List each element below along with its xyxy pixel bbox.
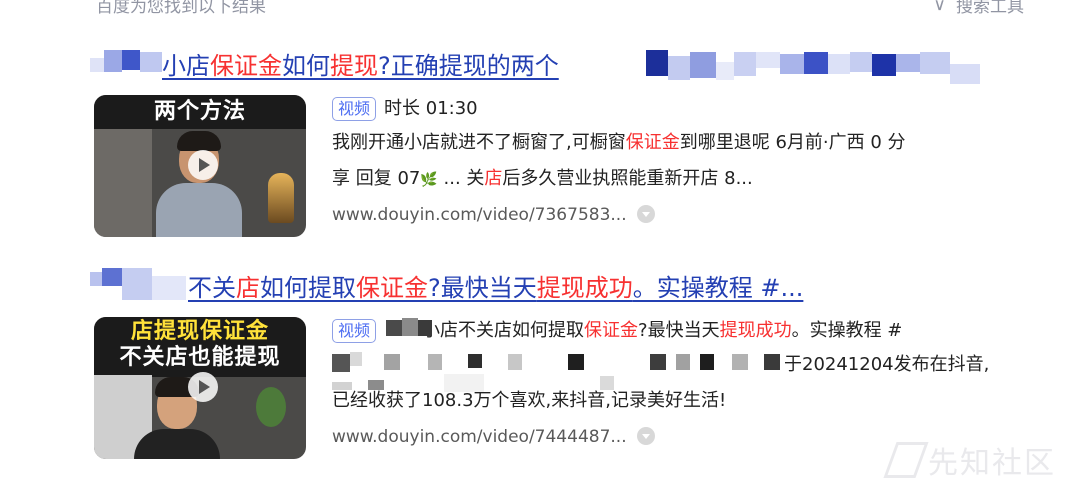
result-title-link[interactable]: 不关店如何提取保证金?最快当天提现成功。实操教程 #... [188, 268, 803, 303]
video-tag: 视频 [332, 97, 377, 121]
video-duration: 时长 01:30 [384, 98, 478, 119]
thumbnail-caption: 两个方法 [94, 95, 306, 129]
watermark-text: 先知社区 [928, 446, 1056, 481]
video-thumbnail[interactable]: 店提现保证金 不关店也能提现 [94, 317, 306, 459]
result-url-row: www.douyin.com/video/7367583... [332, 202, 655, 228]
result-title-link[interactable]: 小店保证金如何提现?正确提现的两个 [162, 46, 559, 81]
thumbnail-caption: 店提现保证金 不关店也能提现 [94, 317, 306, 377]
play-icon[interactable] [188, 150, 218, 180]
watermark-logo-icon [883, 442, 929, 478]
search-tools-label: 搜索工具 [956, 0, 1024, 17]
result-url[interactable]: www.douyin.com/video/7444487... [332, 427, 627, 447]
results-count-text: 百度为您找到以下结果 [96, 0, 266, 17]
dropdown-icon[interactable] [636, 205, 655, 223]
result-title-row: 小店保证金如何提现?正确提现的两个 [90, 40, 990, 84]
result-title-row: 不关店如何提取保证金?最快当天提现成功。实操教程 #... [90, 262, 990, 306]
result-url[interactable]: www.douyin.com/video/7367583... [332, 205, 627, 225]
video-thumbnail[interactable]: 两个方法 [94, 95, 306, 237]
results-header: 百度为您找到以下结果 ⊽ 搜索工具 [0, 0, 1080, 22]
search-tools-button[interactable]: ⊽ 搜索工具 [934, 0, 1024, 17]
leaf-icon: 🌿 [420, 172, 438, 188]
thumbnail-background [94, 129, 152, 237]
thumbnail-plant [256, 387, 286, 427]
result-url-row: www.douyin.com/video/7444487... [332, 424, 655, 450]
video-meta: 视频 时长 01:30 [332, 96, 478, 122]
play-icon[interactable] [188, 372, 218, 402]
result-snippet: 已经收获了108.3万个喜欢,来抖音,记录美好生活! [332, 390, 727, 411]
funnel-icon: ⊽ [933, 0, 946, 15]
thumbnail-lamp [268, 173, 294, 223]
result-snippet: 享 回复 07🌿 ... 关店后多久营业执照能重新开店 8... [332, 168, 753, 189]
watermark: 先知社区 [883, 438, 1056, 482]
result-snippet: 我刚开通小店就进不了橱窗了,可橱窗保证金到哪里退呢 6月前·广西 0 分 [332, 132, 906, 153]
dropdown-icon[interactable] [636, 427, 655, 445]
video-tag: 视频 [332, 319, 377, 343]
